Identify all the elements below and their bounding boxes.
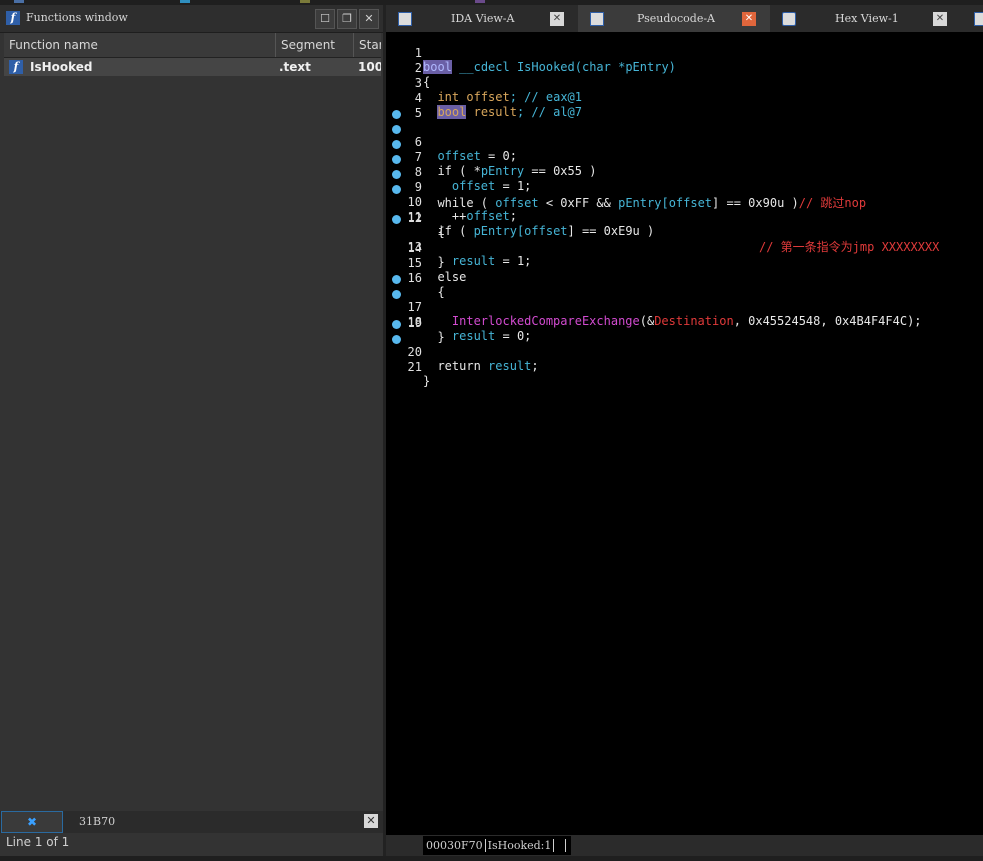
code-line[interactable]: 3 int offset; // eax@1 <box>386 62 983 104</box>
code-line[interactable]: 18 result = 0; <box>386 287 983 343</box>
pseudocode-status-bar: 00030F70 IsHooked:1 <box>386 835 983 856</box>
close-tab-icon[interactable]: ✕ <box>550 12 564 26</box>
code-line[interactable]: 20 return result; <box>386 317 983 373</box>
code-line[interactable]: 6 offset = 0; <box>386 107 983 163</box>
filter-input[interactable]: 31B70 <box>68 811 381 833</box>
functions-status: Line 1 of 1 <box>6 835 70 849</box>
breakpoint-dot-icon[interactable] <box>392 290 401 299</box>
function-icon: f <box>6 11 20 25</box>
status-function: IsHooked:1 <box>487 839 552 852</box>
clear-filter-button[interactable]: ✖ <box>1 811 63 833</box>
breakpoint-dot-icon[interactable] <box>392 275 401 284</box>
tab-label: Hex View-1 <box>835 12 899 25</box>
breakpoint-dot-icon[interactable] <box>392 155 401 164</box>
table-row[interactable]: f IsHooked .text 100: <box>4 58 381 76</box>
code-line[interactable]: 10 ++offset; <box>386 167 983 223</box>
column-header-segment[interactable]: Segment <box>276 33 354 57</box>
tab-pseudocode-a[interactable]: Pseudocode-A ✕ <box>578 5 770 32</box>
code-line[interactable]: 7 if ( *pEntry == 0x55 ) <box>386 122 983 178</box>
code-line[interactable]: 19 } <box>386 302 983 344</box>
function-icon: f <box>9 60 23 74</box>
column-header-function-name[interactable]: Function name <box>4 33 276 57</box>
code-line[interactable]: 1 bool __cdecl IsHooked(char *pEntry) <box>386 32 983 74</box>
breakpoint-dot-icon[interactable] <box>392 125 401 134</box>
code-line[interactable]: 17 InterlockedCompareExchange(&Destinati… <box>386 272 983 328</box>
pseudocode-view[interactable]: 1 bool __cdecl IsHooked(char *pEntry) 2 … <box>386 32 983 835</box>
tab-label: Pseudocode-A <box>637 12 716 25</box>
code-line[interactable]: 12 { <box>386 197 983 239</box>
close-tab-icon[interactable]: ✕ <box>742 12 756 26</box>
filter-bar: ✖ 31B70 ✕ <box>0 811 383 833</box>
breakpoint-dot-icon[interactable] <box>392 140 401 149</box>
structures-icon <box>974 12 983 26</box>
code-line[interactable]: 15 else <box>386 242 983 284</box>
bottom-strip <box>0 856 983 861</box>
breakpoint-dot-icon[interactable] <box>392 170 401 179</box>
function-name-cell: IsHooked <box>30 60 93 74</box>
functions-window: f Functions window ☐ ❐ ✕ Function name S… <box>0 5 383 856</box>
code-line[interactable]: 13 result = 1; <box>386 212 983 268</box>
tab-overflow[interactable] <box>972 5 983 32</box>
close-button[interactable]: ✕ <box>359 9 379 29</box>
functions-window-titlebar: f Functions window ☐ ❐ ✕ <box>0 5 383 33</box>
start-cell: 100: <box>358 60 381 74</box>
column-header-start[interactable]: Star <box>354 33 381 57</box>
code-line[interactable]: 16 { <box>386 257 983 299</box>
tab-label: IDA View-A <box>451 12 515 25</box>
breakpoint-dot-icon[interactable] <box>392 185 401 194</box>
pseudocode-icon <box>590 12 604 26</box>
code-line[interactable]: 9 while ( offset < 0xFF && pEntry[offset… <box>386 152 983 210</box>
status-address: 00030F70 <box>426 839 483 852</box>
ida-view-icon <box>398 12 412 26</box>
breakpoint-dot-icon[interactable] <box>392 320 401 329</box>
functions-window-title: Functions window <box>26 11 128 24</box>
segment-cell: .text <box>279 60 311 74</box>
hex-view-icon <box>782 12 796 26</box>
close-tab-icon[interactable]: ✕ <box>933 12 947 26</box>
code-line[interactable]: 5 <box>386 92 983 120</box>
breakpoint-dot-icon[interactable] <box>392 110 401 119</box>
breakpoint-dot-icon[interactable] <box>392 215 401 224</box>
code-line[interactable]: 11 if ( pEntry[offset] == 0xE9u ) // 第一条… <box>386 182 983 254</box>
restore-button[interactable]: ❐ <box>337 9 357 29</box>
functions-table-header: Function name Segment Star <box>4 33 381 58</box>
code-line[interactable]: 2 { <box>386 47 983 89</box>
close-filter-icon[interactable]: ✕ <box>364 814 378 828</box>
tab-ida-view-a[interactable]: IDA View-A ✕ <box>386 5 576 32</box>
breakpoint-dot-icon[interactable] <box>392 335 401 344</box>
code-line[interactable]: 4 bool result; // al@7 <box>386 77 983 119</box>
maximize-button[interactable]: ☐ <box>315 9 335 29</box>
code-line[interactable]: 8 offset = 1; <box>386 137 983 193</box>
tab-hex-view-1[interactable]: Hex View-1 ✕ <box>772 5 962 32</box>
code-line[interactable]: 21 } <box>386 332 983 388</box>
code-line[interactable]: 14 } <box>386 227 983 269</box>
view-tabbar: IDA View-A ✕ Pseudocode-A ✕ Hex View-1 ✕ <box>386 5 983 32</box>
status-location: 00030F70 IsHooked:1 <box>423 836 572 855</box>
